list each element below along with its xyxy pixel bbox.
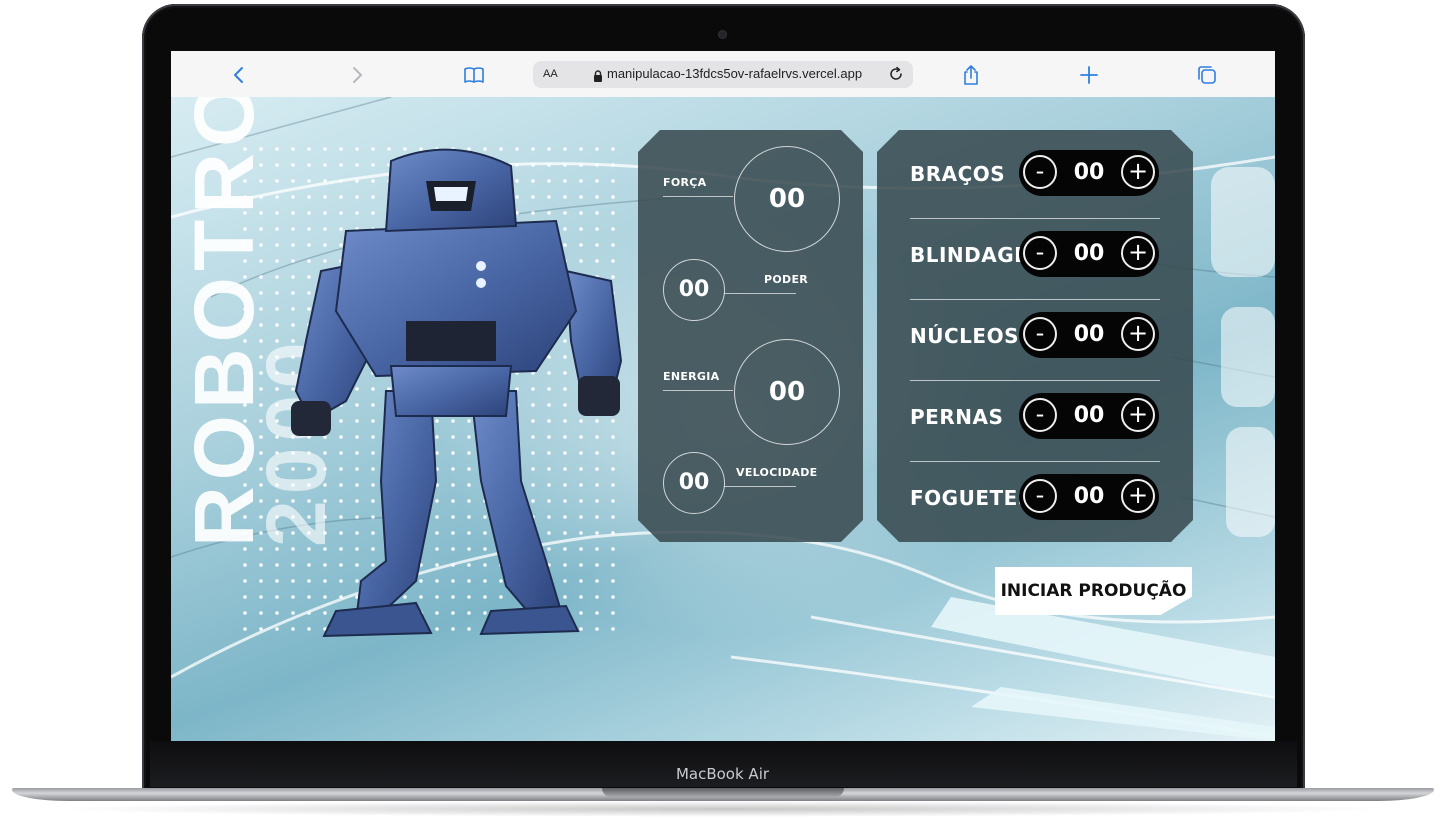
back-icon[interactable] — [228, 64, 250, 86]
stat-rule — [663, 390, 733, 391]
stat-label-energia: ENERGIA — [663, 370, 720, 383]
stat-value-velocidade: 00 — [663, 452, 725, 514]
new-tab-icon[interactable] — [1078, 64, 1100, 86]
part-row-blindagem: BLINDAGEM - 00 + — [877, 219, 1193, 301]
stat-label-forca: FORÇA — [663, 176, 707, 189]
forward-icon[interactable] — [346, 64, 368, 86]
parts-panel: BRAÇOS - 00 + BLINDAGEM - 00 + NÚCLEOS -… — [877, 130, 1193, 542]
quantity-stepper: - 00 + — [1019, 393, 1159, 439]
quantity-stepper: - 00 + — [1019, 231, 1159, 277]
decrement-button[interactable]: - — [1023, 236, 1057, 270]
quantity-stepper: - 00 + — [1019, 150, 1159, 196]
quantity-value: 00 — [1073, 241, 1105, 266]
start-production-button[interactable]: INICIAR PRODUÇÃO — [995, 567, 1192, 615]
address-bar[interactable]: AA manipulacao-13fdcs5ov-rafaelrvs.verce… — [533, 61, 913, 88]
browser-toolbar: AA manipulacao-13fdcs5ov-rafaelrvs.verce… — [171, 51, 1275, 98]
stat-rule — [724, 486, 796, 487]
reload-icon[interactable] — [887, 65, 905, 83]
decrement-button[interactable]: - — [1023, 398, 1057, 432]
decrement-button[interactable]: - — [1023, 317, 1057, 351]
stat-value-poder: 00 — [663, 259, 725, 321]
stat-value-energia: 00 — [734, 339, 840, 445]
stats-panel: FORÇA 00 00 PODER ENERGIA 00 00 VELOCIDA… — [638, 130, 863, 542]
increment-button[interactable]: + — [1121, 398, 1155, 432]
camera-icon — [719, 31, 726, 38]
bookmarks-icon[interactable] — [463, 64, 485, 86]
increment-button[interactable]: + — [1121, 317, 1155, 351]
decrement-button[interactable]: - — [1023, 155, 1057, 189]
screen: AA manipulacao-13fdcs5ov-rafaelrvs.verce… — [171, 51, 1275, 741]
part-row-foguetes: FOGUETES - 00 + — [877, 462, 1193, 544]
model-label: MacBook Air — [675, 765, 770, 783]
decrement-button[interactable]: - — [1023, 479, 1057, 513]
lock-icon — [591, 68, 605, 82]
stat-label-velocidade: VELOCIDADE — [736, 466, 818, 479]
quantity-value: 00 — [1073, 403, 1105, 428]
part-row-nucleos: NÚCLEOS - 00 + — [877, 300, 1193, 382]
quantity-value: 00 — [1073, 484, 1105, 509]
url-text[interactable]: manipulacao-13fdcs5ov-rafaelrvs.vercel.a… — [607, 66, 862, 81]
quantity-stepper: - 00 + — [1019, 312, 1159, 358]
share-icon[interactable] — [960, 64, 982, 86]
part-label: FOGUETES — [910, 486, 1033, 510]
robot-image — [291, 148, 623, 638]
tabs-icon[interactable] — [1196, 64, 1218, 86]
stat-rule — [663, 196, 733, 197]
quantity-value: 00 — [1073, 322, 1105, 347]
quantity-stepper: - 00 + — [1019, 474, 1159, 520]
stat-value-forca: 00 — [734, 146, 840, 252]
quantity-value: 00 — [1073, 160, 1105, 185]
increment-button[interactable]: + — [1121, 479, 1155, 513]
increment-button[interactable]: + — [1121, 236, 1155, 270]
part-row-pernas: PERNAS - 00 + — [877, 381, 1193, 463]
laptop-notch — [602, 788, 844, 797]
part-label: PERNAS — [910, 405, 1004, 429]
part-label: BRAÇOS — [910, 162, 1006, 186]
robot-builder-page: ROBOTRON 2000 FORÇA 00 00 PODER ENERGIA … — [171, 97, 1275, 741]
increment-button[interactable]: + — [1121, 155, 1155, 189]
stat-rule — [724, 293, 796, 294]
part-label: NÚCLEOS — [910, 324, 1019, 348]
part-row-bracos: BRAÇOS - 00 + — [877, 138, 1193, 220]
text-size-button[interactable]: AA — [543, 68, 558, 80]
stat-label-poder: PODER — [764, 273, 809, 286]
laptop-shadow — [50, 801, 1395, 817]
